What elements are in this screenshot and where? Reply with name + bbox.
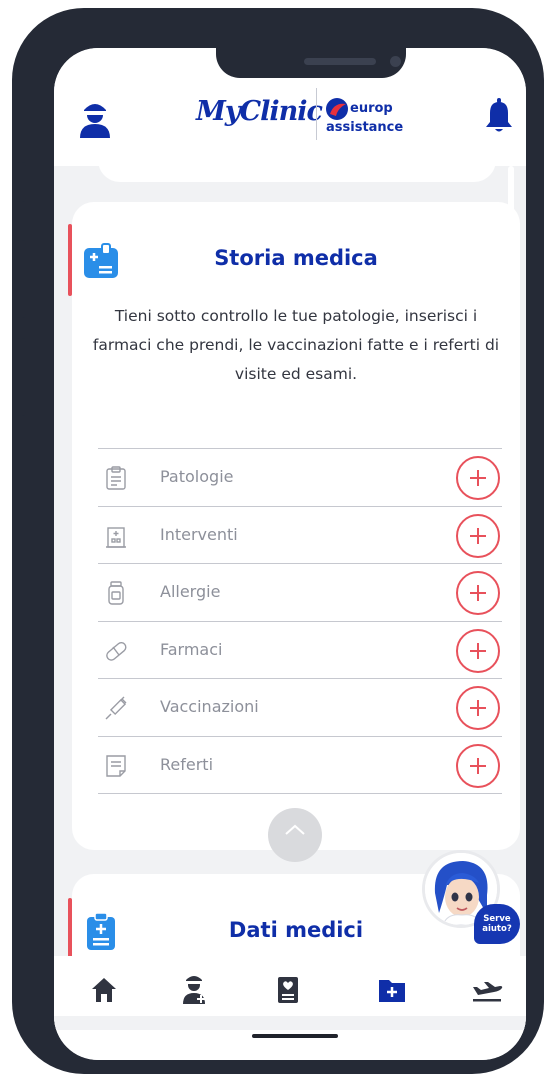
tab-medical-record[interactable] <box>266 970 310 1010</box>
hospital-icon <box>104 523 128 549</box>
list-item-vaccinazioni[interactable]: Vaccinazioni <box>98 679 502 737</box>
list-item-farmaci[interactable]: Farmaci <box>98 622 502 679</box>
partner-logo-mark <box>326 98 348 120</box>
add-referti-button[interactable] <box>456 743 500 788</box>
list-item-label: Allergie <box>160 582 221 601</box>
pill-icon <box>104 638 128 664</box>
list-item-referti[interactable]: Referti <box>98 737 502 794</box>
help-bubble[interactable]: Serve aiuto? <box>474 904 520 944</box>
syringe-icon <box>104 695 128 721</box>
bell-icon[interactable] <box>484 98 514 134</box>
notch <box>216 48 406 78</box>
app-logo: MyClinic <box>196 96 323 127</box>
add-allergie-button[interactable] <box>456 571 500 615</box>
medicine-jar-icon <box>104 580 128 606</box>
add-vaccinazioni-button[interactable] <box>456 686 500 730</box>
profile-icon[interactable] <box>78 98 112 138</box>
tab-medical-folder[interactable] <box>370 970 414 1010</box>
speaker <box>304 58 376 65</box>
tab-home[interactable] <box>82 970 126 1010</box>
bottom-tab-bar <box>54 956 526 1060</box>
list-item-label: Referti <box>160 754 214 774</box>
list-item-interventi[interactable]: Interventi <box>98 507 502 564</box>
volume-down-button <box>16 338 26 416</box>
help-bubble-line-2: aiuto? <box>482 924 512 934</box>
partner-logo: europ assistance <box>324 98 404 138</box>
phone-frame: MyClinic europ assistance Storia medica … <box>12 8 544 1074</box>
report-icon <box>104 753 128 779</box>
medical-history-list: Patologie Interventi Allergie Farmaci Va… <box>98 448 502 794</box>
list-item-label: Farmaci <box>160 639 223 659</box>
medical-record-icon <box>278 977 298 1003</box>
mute-switch <box>16 162 26 202</box>
list-item-label: Vaccinazioni <box>160 697 259 716</box>
home-indicator[interactable] <box>252 1034 338 1038</box>
front-camera <box>390 56 401 67</box>
chevron-up-icon <box>285 824 305 835</box>
flight-icon <box>473 982 503 1002</box>
volume-up-button <box>16 240 26 318</box>
help-bubble-line-1: Serve <box>483 914 511 924</box>
tab-bar-footer <box>54 1016 526 1030</box>
card-title: Storia medica <box>214 246 378 270</box>
add-patologie-button[interactable] <box>456 456 500 500</box>
list-item-patologie[interactable]: Patologie <box>98 449 502 507</box>
previous-card-edge <box>98 158 496 182</box>
list-item-allergie[interactable]: Allergie <box>98 564 502 622</box>
collapse-card-button[interactable] <box>268 808 322 862</box>
medical-history-card: Storia medica Tieni sotto controllo le t… <box>68 202 520 862</box>
partner-logo-word-1: europ <box>350 101 393 116</box>
doctor-icon <box>183 976 205 1004</box>
list-item-label: Interventi <box>160 524 238 544</box>
clipboard-icon <box>104 465 128 491</box>
card-description: Tieni sotto controllo le tue patologie, … <box>92 307 500 383</box>
app-screen: MyClinic europ assistance Storia medica … <box>54 48 526 1060</box>
tab-doctor[interactable] <box>172 970 216 1010</box>
medical-folder-icon <box>379 980 405 1002</box>
add-farmaci-button[interactable] <box>456 628 500 673</box>
home-icon <box>92 978 116 1002</box>
tab-travel[interactable] <box>464 970 508 1010</box>
partner-logo-word-2: assistance <box>326 120 404 135</box>
logo-divider <box>316 88 317 140</box>
list-item-label: Patologie <box>160 467 234 486</box>
add-interventi-button[interactable] <box>456 513 500 558</box>
